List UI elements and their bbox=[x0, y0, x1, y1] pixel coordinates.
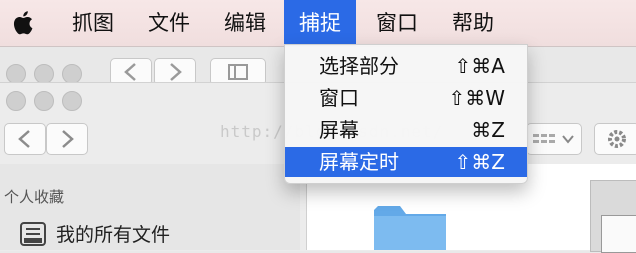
menu-item-label: 窗口 bbox=[319, 86, 359, 110]
menu-item-timed-screen[interactable]: 屏幕定时 ⇧⌘Z bbox=[285, 147, 527, 177]
window-minimize-button[interactable] bbox=[34, 64, 54, 84]
menu-item-shortcut: ⇧⌘W bbox=[448, 86, 505, 110]
capture-dropdown-menu: 选择部分 ⇧⌘A 窗口 ⇧⌘W 屏幕 ⌘Z 屏幕定时 ⇧⌘Z bbox=[284, 44, 528, 184]
finder-zoom-button[interactable] bbox=[62, 91, 82, 111]
menu-item-label: 屏幕定时 bbox=[319, 150, 399, 174]
menu-item-label: 屏幕 bbox=[319, 118, 359, 142]
chevron-right-icon bbox=[62, 130, 74, 148]
finder-back-button[interactable] bbox=[4, 123, 46, 155]
menu-item-shortcut: ⇧⌘Z bbox=[454, 150, 505, 174]
menu-window[interactable]: 窗口 bbox=[364, 0, 430, 46]
finder-forward-button[interactable] bbox=[46, 123, 88, 155]
finder-close-button[interactable] bbox=[6, 91, 26, 111]
apple-icon[interactable] bbox=[10, 10, 34, 36]
arrange-dropdown-button[interactable] bbox=[526, 123, 582, 155]
menu-bar: 抓图 文件 编辑 捕捉 窗口 帮助 bbox=[0, 0, 636, 47]
menu-item-shortcut: ⌘Z bbox=[471, 118, 505, 142]
menu-item-label: 选择部分 bbox=[319, 54, 399, 78]
menu-app-grab[interactable]: 抓图 bbox=[60, 0, 126, 46]
menu-item-shortcut: ⇧⌘A bbox=[454, 54, 505, 78]
finder-minimize-button[interactable] bbox=[34, 91, 54, 111]
sidebar-heading: 个人收藏 bbox=[4, 188, 65, 206]
menu-item-window[interactable]: 窗口 ⇧⌘W bbox=[285, 83, 527, 113]
chevron-left-icon bbox=[18, 130, 30, 148]
document-thumbnail[interactable] bbox=[590, 180, 636, 253]
all-files-icon bbox=[20, 222, 46, 246]
menu-capture[interactable]: 捕捉 bbox=[284, 0, 356, 46]
sidebar-item-label: 我的所有文件 bbox=[56, 224, 171, 246]
gear-icon bbox=[608, 130, 626, 148]
menu-item-screen[interactable]: 屏幕 ⌘Z bbox=[285, 115, 527, 145]
window-zoom-button[interactable] bbox=[62, 64, 82, 84]
folder-icon[interactable] bbox=[374, 200, 446, 250]
window-close-button[interactable] bbox=[6, 64, 26, 84]
action-gear-button[interactable] bbox=[594, 123, 636, 155]
menu-file[interactable]: 文件 bbox=[136, 0, 202, 46]
document-preview-icon bbox=[601, 215, 636, 253]
chevron-down-icon bbox=[533, 134, 574, 144]
menu-edit[interactable]: 编辑 bbox=[212, 0, 278, 46]
menu-item-select-portion[interactable]: 选择部分 ⇧⌘A bbox=[285, 51, 527, 81]
menu-help[interactable]: 帮助 bbox=[440, 0, 506, 46]
